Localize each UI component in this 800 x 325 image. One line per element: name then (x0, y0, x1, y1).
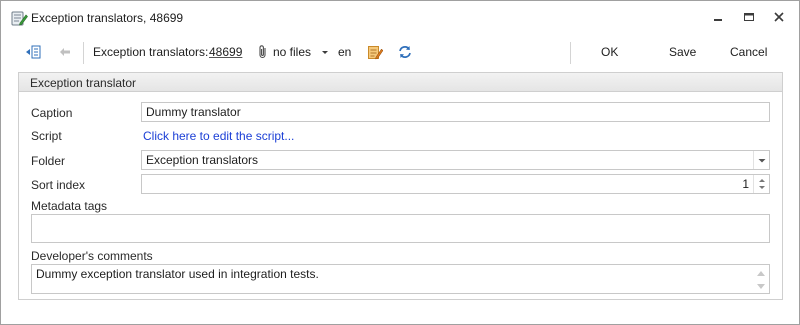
paperclip-icon[interactable] (255, 44, 271, 60)
group-title: Exception translator (30, 76, 137, 90)
toolbar: Exception translators: 48699 no files en… (1, 35, 799, 69)
chevron-down-icon[interactable] (317, 44, 333, 60)
edit-note-icon[interactable] (367, 44, 383, 60)
folder-select[interactable]: Exception translators (141, 150, 770, 170)
folder-value: Exception translators (146, 153, 259, 167)
toolbar-separator (570, 42, 571, 64)
save-button[interactable]: Save (669, 35, 696, 69)
script-label: Script (31, 129, 62, 143)
window-title: Exception translators, 48699 (31, 11, 184, 25)
sort-index-label: Sort index (31, 178, 86, 192)
sort-index-value: 1 (742, 177, 749, 191)
refresh-icon[interactable] (397, 44, 413, 60)
minimize-icon[interactable] (710, 9, 726, 25)
title-bar: Exception translators, 48699 (1, 1, 799, 35)
ok-button[interactable]: OK (601, 35, 618, 69)
script-edit-icon (11, 11, 28, 26)
edit-script-link[interactable]: Click here to edit the script... (143, 129, 294, 143)
close-icon[interactable] (771, 9, 787, 25)
toolbar-separator (83, 42, 84, 64)
metadata-tags-label: Metadata tags (31, 199, 108, 213)
sort-index-spinner[interactable]: 1 (141, 174, 770, 194)
caption-value: Dummy translator (146, 105, 241, 119)
developer-comments-value: Dummy exception translator used in integ… (36, 267, 319, 281)
editor-window: Exception translators, 48699 Exception t… (0, 0, 800, 325)
spin-arrows-icon (759, 179, 765, 189)
chevron-down-icon (758, 159, 766, 163)
undo-icon[interactable] (57, 44, 73, 60)
group-header: Exception translator (18, 72, 783, 92)
maximize-icon[interactable] (741, 9, 757, 25)
caption-input[interactable]: Dummy translator (141, 102, 770, 122)
files-dropdown[interactable]: no files (273, 35, 311, 69)
entity-id-link[interactable]: 48699 (209, 35, 242, 69)
navigate-back-panel-icon[interactable] (25, 44, 41, 60)
language-selector[interactable]: en (338, 35, 351, 69)
spin-buttons[interactable] (753, 175, 769, 193)
scrollbar-arrows-icon[interactable] (755, 268, 767, 292)
cancel-button[interactable]: Cancel (730, 35, 767, 69)
caption-label: Caption (31, 106, 73, 120)
metadata-tags-input[interactable] (31, 214, 770, 243)
developer-comments-textarea[interactable]: Dummy exception translator used in integ… (31, 264, 770, 294)
folder-dropdown-button[interactable] (753, 151, 769, 169)
folder-label: Folder (31, 154, 66, 168)
entity-label: Exception translators: (93, 45, 209, 59)
developer-comments-label: Developer's comments (31, 249, 153, 263)
